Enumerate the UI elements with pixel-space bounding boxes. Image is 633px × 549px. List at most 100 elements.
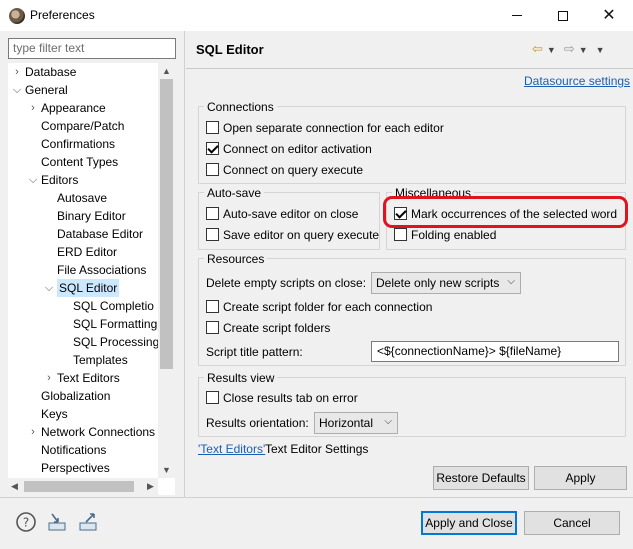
tree-item-notifications[interactable]: Notifications — [41, 441, 106, 459]
title-pattern-label: Script title pattern: — [206, 345, 303, 359]
tree-item-compare-patch[interactable]: Compare/Patch — [41, 117, 124, 135]
open-separate-checkbox[interactable] — [206, 121, 219, 134]
tree-item-network-connections[interactable]: Network Connections — [41, 423, 155, 441]
tree-item-content-types[interactable]: Content Types — [41, 153, 118, 171]
view-menu-icon[interactable]: ▼ — [596, 45, 605, 55]
tree-vertical-scroll-thumb[interactable] — [160, 79, 173, 369]
apply-and-close-button[interactable]: Apply and Close — [421, 511, 517, 535]
help-icon[interactable]: ? — [15, 511, 37, 533]
create-folders-checkbox[interactable] — [206, 321, 219, 334]
close-results-label: Close results tab on error — [223, 391, 358, 405]
tree-item-general[interactable]: General — [25, 81, 68, 99]
chevron-down-icon: ⌵ — [507, 276, 515, 287]
tree-item-database[interactable]: Database — [25, 63, 76, 81]
import-icon[interactable] — [46, 511, 68, 533]
chevron-right-icon[interactable]: › — [28, 423, 38, 441]
orientation-select[interactable]: Horizontal ⌵ — [314, 412, 398, 434]
tree-item-sql-completio[interactable]: SQL Completio — [73, 297, 154, 315]
page-title: SQL Editor — [196, 42, 264, 57]
app-icon — [9, 8, 25, 24]
autosave-close-label: Auto-save editor on close — [223, 207, 359, 221]
close-button[interactable]: ✕ — [586, 0, 632, 31]
chevron-down-icon[interactable]: ⌵ — [12, 81, 22, 99]
tree-item-autosave[interactable]: Autosave — [57, 189, 107, 207]
title-pattern-input[interactable]: <${connectionName}> ${fileName} — [371, 341, 619, 362]
delete-empty-label: Delete empty scripts on close: — [206, 276, 367, 290]
tree-item-editors[interactable]: Editors — [41, 171, 78, 189]
tree-item-erd-editor[interactable]: ERD Editor — [57, 243, 117, 261]
autosave-label: Auto-save — [204, 186, 265, 200]
chevron-down-icon[interactable]: ⌵ — [28, 171, 38, 189]
text-editors-link[interactable]: 'Text Editors' — [198, 442, 265, 456]
tree-item-globalization[interactable]: Globalization — [41, 387, 110, 405]
folding-label: Folding enabled — [411, 228, 497, 242]
tree-item-keys[interactable]: Keys — [41, 405, 68, 423]
maximize-button[interactable] — [540, 0, 586, 31]
tree-item-sql-processing[interactable]: SQL Processing — [73, 333, 159, 351]
tree-item-text-editors[interactable]: Text Editors — [57, 369, 120, 387]
forward-dropdown-icon[interactable]: ▼ — [579, 45, 588, 55]
maximize-icon — [558, 10, 568, 21]
close-icon: ✕ — [602, 6, 616, 24]
resources-label: Resources — [204, 252, 268, 266]
connect-activation-label: Connect on editor activation — [223, 142, 372, 156]
chevron-right-icon[interactable]: › — [28, 99, 38, 117]
tree-item-database-editor[interactable]: Database Editor — [57, 225, 143, 243]
datasource-settings-link[interactable]: Datasource settings — [524, 74, 630, 88]
connect-query-checkbox[interactable] — [206, 163, 219, 176]
connect-query-label: Connect on query execute — [223, 163, 364, 177]
save-query-label: Save editor on query execute — [223, 228, 380, 242]
page-navigation: ⇦ ▼ ⇨ ▼ ▼ — [532, 41, 605, 57]
restore-defaults-button[interactable]: Restore Defaults — [433, 466, 529, 490]
connect-activation-checkbox[interactable] — [206, 142, 219, 155]
window-title: Preferences — [30, 8, 95, 22]
save-query-checkbox[interactable] — [206, 228, 219, 241]
tree-item-sql-editor[interactable]: SQL Editor — [57, 279, 120, 297]
annotation-highlight — [383, 196, 628, 228]
orientation-label: Results orientation: — [206, 416, 309, 430]
tree-item-templates[interactable]: Templates — [73, 351, 128, 369]
apply-button[interactable]: Apply — [534, 466, 627, 490]
export-icon[interactable] — [77, 511, 99, 533]
chevron-right-icon[interactable]: › — [44, 369, 54, 387]
preferences-tree: › Database ⌵ General › Appearance Compare/Patc… — [8, 63, 175, 495]
delete-empty-select[interactable]: Delete only new scripts ⌵ — [371, 272, 521, 294]
tree-item-appearance[interactable]: Appearance — [41, 99, 106, 117]
open-separate-label: Open separate connection for each editor — [223, 121, 444, 135]
tree-item-perspectives[interactable]: Perspectives — [41, 459, 110, 477]
orientation-value: Horizontal — [319, 416, 374, 430]
tree-horizontal-scroll-thumb[interactable] — [24, 481, 134, 492]
minimize-button[interactable] — [494, 0, 540, 31]
cancel-button[interactable]: Cancel — [524, 511, 620, 535]
scroll-down-icon[interactable]: ▼ — [162, 465, 171, 475]
delete-empty-value: Delete only new scripts — [376, 276, 500, 290]
header-divider — [186, 68, 633, 69]
back-arrow-icon[interactable]: ⇦ — [532, 41, 543, 56]
back-dropdown-icon[interactable]: ▼ — [547, 45, 556, 55]
tree-item-file-associations[interactable]: File Associations — [57, 261, 146, 279]
scroll-left-icon[interactable]: ◀ — [11, 481, 18, 492]
tree-item-binary-editor[interactable]: Binary Editor — [57, 207, 126, 225]
tree-item-confirmations[interactable]: Confirmations — [41, 135, 115, 153]
create-folders-label: Create script folders — [223, 321, 331, 335]
connections-label: Connections — [204, 100, 277, 114]
filter-input[interactable]: type filter text — [8, 38, 176, 59]
chevron-down-icon: ⌵ — [384, 416, 392, 427]
autosave-close-checkbox[interactable] — [206, 207, 219, 220]
panel-splitter[interactable] — [184, 31, 185, 497]
results-label: Results view — [204, 371, 278, 385]
folding-checkbox[interactable] — [394, 228, 407, 241]
scroll-right-icon[interactable]: ▶ — [147, 481, 154, 492]
svg-text:?: ? — [23, 516, 29, 530]
create-folder-each-checkbox[interactable] — [206, 300, 219, 313]
close-results-checkbox[interactable] — [206, 391, 219, 404]
create-folder-each-label: Create script folder for each connection — [223, 300, 433, 314]
text-editors-settings-label: Text Editor Settings — [265, 442, 369, 456]
chevron-right-icon[interactable]: › — [12, 63, 22, 81]
tree-item-sql-formatting[interactable]: SQL Formatting — [73, 315, 157, 333]
footer-divider — [0, 497, 633, 498]
forward-arrow-icon[interactable]: ⇨ — [564, 41, 575, 56]
minimize-icon — [512, 15, 522, 16]
scroll-up-icon[interactable]: ▲ — [162, 66, 171, 76]
chevron-down-icon[interactable]: ⌵ — [44, 279, 54, 297]
